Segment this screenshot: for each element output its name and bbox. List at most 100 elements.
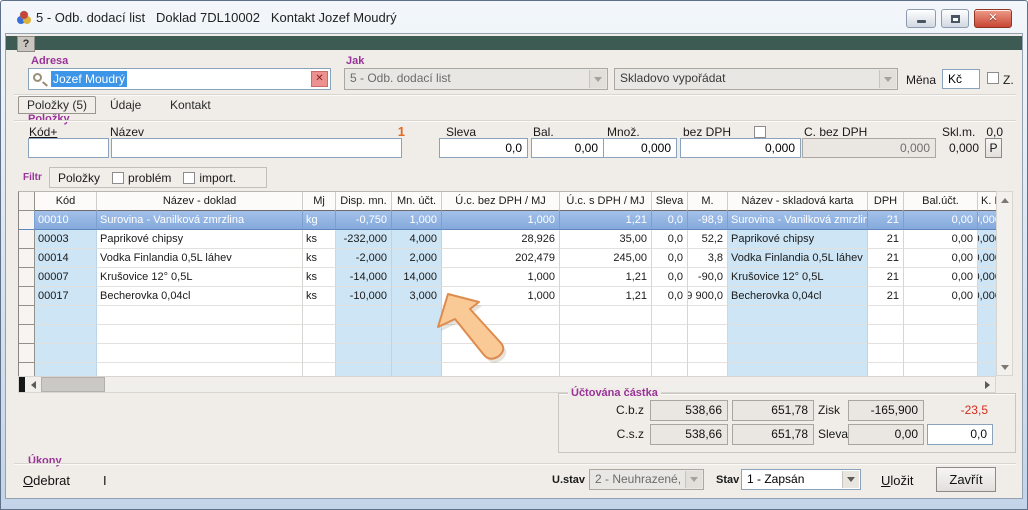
table-cell: 0,0 xyxy=(652,287,688,306)
minimize-button[interactable] xyxy=(906,9,936,28)
problem-checkbox[interactable] xyxy=(112,172,124,184)
table-row[interactable]: 00014Vodka Finlandia 0,5L láhevks-2,0002… xyxy=(19,249,996,268)
app-icon xyxy=(16,10,32,25)
table-cell xyxy=(392,325,442,344)
scroll-up-button[interactable] xyxy=(997,192,1012,208)
scroll-down-button[interactable] xyxy=(997,359,1012,375)
p-button[interactable]: P xyxy=(985,138,1002,158)
odebrat-button[interactable]: Odebrat xyxy=(23,473,70,488)
z-checkbox[interactable] xyxy=(987,72,999,84)
table-cell: -0,750 xyxy=(336,211,392,230)
table-cell xyxy=(560,344,652,363)
zavrit-button[interactable]: Zavřít xyxy=(936,467,996,492)
table-cell xyxy=(303,363,336,376)
table-cell: Disp. mn. xyxy=(336,192,392,211)
table-cell: 0,000 xyxy=(978,249,996,268)
adresa-input[interactable]: Jozef Moudrý ✕ xyxy=(28,68,331,90)
i-button[interactable]: I xyxy=(103,473,107,488)
table-cell xyxy=(652,363,688,376)
ulozit-button[interactable]: Uložit xyxy=(881,473,914,488)
table-cell: Krušovice 12° 0,5L xyxy=(728,268,868,287)
table-cell: 1,21 xyxy=(560,211,652,230)
table-cell: Bal.účt. xyxy=(904,192,978,211)
scroll-left-button[interactable] xyxy=(25,377,41,392)
table-row[interactable]: 00003Paprikové chipsyks-232,0004,00028,9… xyxy=(19,230,996,249)
bez-dph-checkbox[interactable] xyxy=(754,126,766,138)
vertical-scrollbar[interactable] xyxy=(996,191,1013,376)
scroll-right-icon xyxy=(985,381,994,389)
stav-label: Stav xyxy=(716,474,739,486)
table-cell: 21 xyxy=(868,287,904,306)
ukony-group-label: Úkony xyxy=(28,455,62,467)
table-cell xyxy=(560,363,652,376)
sleva-extra-input[interactable]: 0,0 xyxy=(927,424,993,445)
table-cell xyxy=(392,363,442,376)
table-cell xyxy=(442,363,560,376)
table-cell xyxy=(35,325,97,344)
csz-value-1: 538,66 xyxy=(650,424,728,445)
filter-polozky-label[interactable]: Položky xyxy=(58,171,100,185)
mena-input[interactable]: Kč xyxy=(942,69,980,89)
table-cell: 202,479 xyxy=(442,249,560,268)
c-bez-dph-input: 0,000 xyxy=(802,138,936,158)
table-cell: 21 xyxy=(868,230,904,249)
table-cell xyxy=(728,306,868,325)
kod-label[interactable]: Kód+ xyxy=(29,125,57,139)
search-icon xyxy=(33,73,42,82)
tab-polozky[interactable]: Položky (5) xyxy=(18,96,96,114)
table-cell: DPH xyxy=(868,192,904,211)
table-filler-row xyxy=(19,363,996,376)
table-row[interactable]: 00007Krušovice 12° 0,5Lks-14,00014,0001,… xyxy=(19,268,996,287)
table-cell xyxy=(336,363,392,376)
nazev-input[interactable] xyxy=(111,138,402,158)
tab-kontakt[interactable]: Kontakt xyxy=(170,98,211,112)
tab-udaje[interactable]: Údaje xyxy=(110,98,141,112)
scroll-right-button[interactable] xyxy=(979,377,995,392)
table-row[interactable]: 00010Surovina - Vanilková zmrzlinakg-0,7… xyxy=(19,211,996,230)
table-cell: 0,00 xyxy=(904,287,978,306)
bal-input[interactable]: 0,00 xyxy=(531,138,604,158)
bez-dph-input[interactable]: 0,000 xyxy=(680,138,801,158)
row-selector-cell xyxy=(19,363,35,376)
csz-label: C.s.z xyxy=(566,427,644,441)
maximize-button[interactable] xyxy=(941,9,969,28)
import-checkbox[interactable] xyxy=(183,172,195,184)
table-cell xyxy=(97,325,303,344)
help-button[interactable]: ? xyxy=(17,36,35,52)
doc-type-select[interactable]: 5 - Odb. dodací list xyxy=(344,68,608,90)
clear-icon[interactable]: ✕ xyxy=(311,71,328,87)
table-cell: Surovina - Vanilková zmrzlina xyxy=(97,211,303,230)
horizontal-scrollbar[interactable] xyxy=(18,376,996,393)
table-cell: 21 xyxy=(868,211,904,230)
divider xyxy=(14,120,1016,121)
settle-mode-select[interactable]: Skladovo vypořádat xyxy=(614,68,898,90)
table-cell xyxy=(688,363,728,376)
table-cell xyxy=(442,325,560,344)
table-cell: 21 xyxy=(868,268,904,287)
minimize-icon xyxy=(917,20,926,23)
table-cell: Krušovice 12° 0,5L xyxy=(97,268,303,287)
scrollbar-thumb[interactable] xyxy=(41,377,105,392)
kod-input[interactable] xyxy=(28,138,109,158)
sleva-summary-label: Sleva xyxy=(818,427,848,441)
close-button[interactable]: ✕ xyxy=(974,9,1012,28)
sleva-entry-input[interactable]: 0,0 xyxy=(439,138,528,158)
chevron-down-icon xyxy=(685,471,702,488)
import-label: import. xyxy=(199,171,236,185)
table-cell: 245,00 xyxy=(560,249,652,268)
c-bez-dph-label: C. bez DPH xyxy=(804,125,867,139)
sklm-label: Skl.m. xyxy=(942,125,975,139)
titlebar[interactable]: 5 - Odb. dodací list Doklad 7DL10002 Kon… xyxy=(2,2,1026,32)
stav-select[interactable]: 1 - Zapsán xyxy=(741,469,861,490)
table-cell xyxy=(978,363,996,376)
mnoz-input[interactable]: 0,000 xyxy=(603,138,677,158)
table-cell: 3,000 xyxy=(392,287,442,306)
table-cell: 00010 xyxy=(35,211,97,230)
items-table: KódNázev - dokladMjDisp. mn.Mn. účt.Ú.c.… xyxy=(18,191,996,376)
table-cell xyxy=(442,344,560,363)
table-row[interactable]: 00017Becherovka 0,04clks-10,0003,0001,00… xyxy=(19,287,996,306)
table-cell: 0,00 xyxy=(904,268,978,287)
scroll-left-icon xyxy=(27,381,36,389)
table-cell xyxy=(35,344,97,363)
table-cell: 00017 xyxy=(35,287,97,306)
